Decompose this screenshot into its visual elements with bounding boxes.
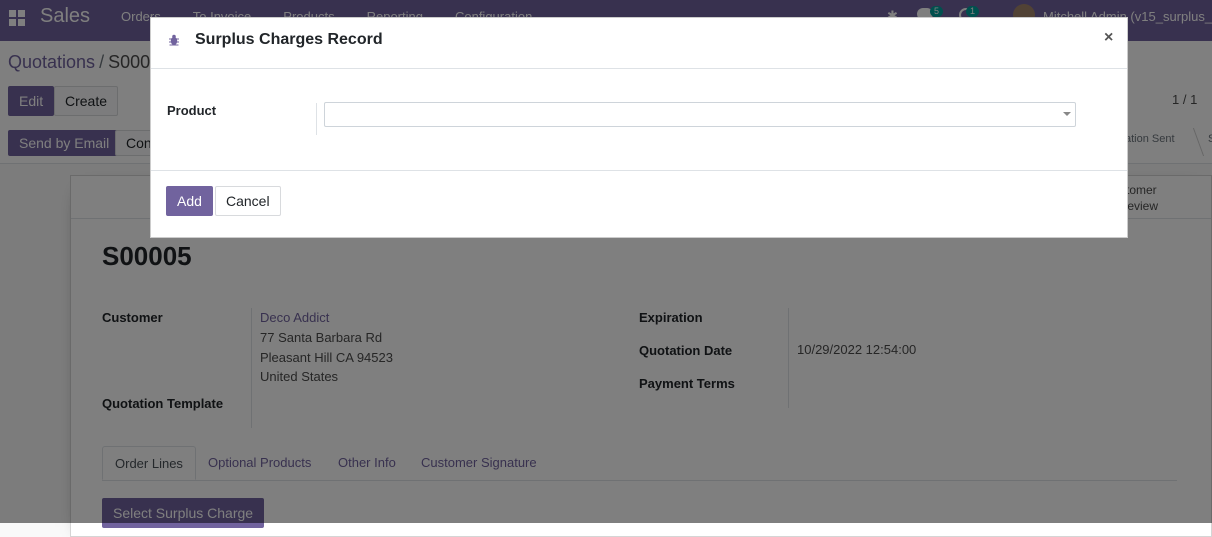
dialog-body: Product [151,69,1127,171]
cancel-button[interactable]: Cancel [215,186,281,216]
product-input[interactable] [324,102,1076,127]
field-divider [316,103,317,135]
dialog-title: Surplus Charges Record [195,31,383,48]
chevron-down-icon[interactable] [1063,112,1071,116]
close-icon[interactable]: × [1104,29,1113,47]
dialog-header: Surplus Charges Record × [151,18,1127,69]
bug-icon [169,34,179,46]
add-button[interactable]: Add [166,186,213,216]
product-label: Product [167,103,217,118]
surplus-charges-dialog: Surplus Charges Record × Product Add Can… [150,17,1128,238]
dialog-footer: Add Cancel [151,171,1127,237]
